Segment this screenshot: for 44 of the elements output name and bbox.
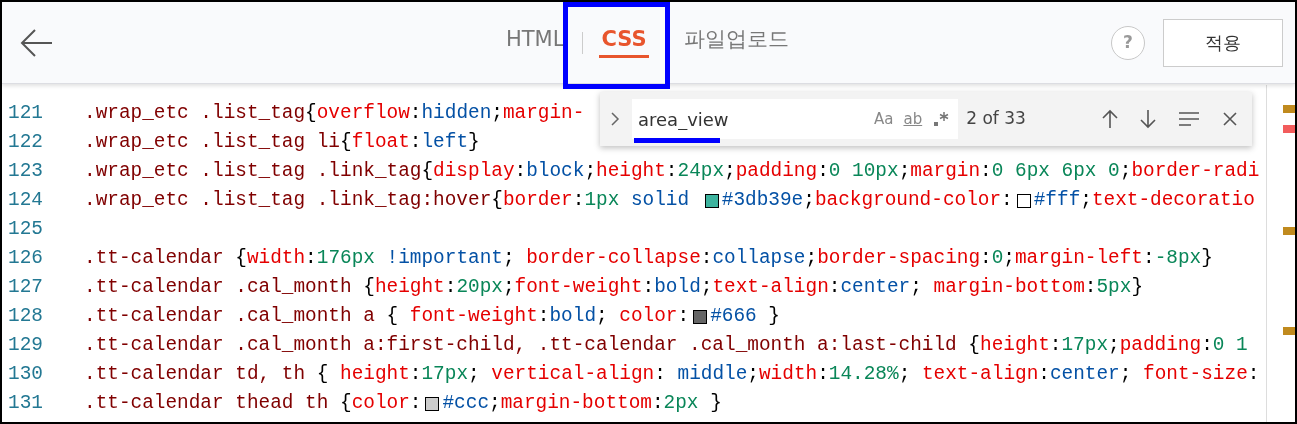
line-number: 121 bbox=[7, 101, 44, 126]
line-number: 125 bbox=[7, 217, 44, 242]
line-number: 126 bbox=[7, 246, 44, 271]
line-number: 123 bbox=[7, 159, 44, 184]
color-swatch[interactable] bbox=[693, 309, 708, 324]
tab[interactable]: 파일업로드 bbox=[681, 26, 791, 59]
tab[interactable]: HTML bbox=[504, 26, 567, 59]
line-number: 127 bbox=[7, 275, 44, 300]
code-text: .tt-calendar .cal_month a { font-weight:bold; color: bbox=[84, 304, 690, 329]
color-swatch[interactable] bbox=[425, 396, 440, 411]
color-swatch[interactable] bbox=[1016, 193, 1031, 208]
regex-icon[interactable] bbox=[932, 110, 951, 128]
help-button[interactable]: ? bbox=[1111, 25, 1145, 60]
match-case-toggle[interactable]: Aa bbox=[874, 107, 894, 131]
line-number: 124 bbox=[7, 188, 44, 213]
code-text: .wrap_etc .list_tag .link_tag:hover{border:1px solid bbox=[84, 188, 691, 213]
code-text: .wrap_etc .list_tag li{float:left} bbox=[84, 130, 480, 155]
code-text: #3db39e;background-color: bbox=[721, 188, 1013, 213]
code-text: #666 } bbox=[710, 304, 780, 329]
code-text: .wrap_etc .list_tag{overflow:hidden;margin- bbox=[84, 101, 585, 126]
line-number: 131 bbox=[7, 391, 44, 416]
code-text: .tt-calendar thead th {color: bbox=[84, 391, 422, 416]
color-swatch[interactable] bbox=[704, 193, 719, 208]
back-arrow-icon[interactable] bbox=[20, 27, 54, 58]
code-text: .tt-calendar .cal_month {height:20px;font-weight:bold;text-align:center; margin-bottom:5px} bbox=[84, 275, 1143, 300]
code-text: .tt-calendar {width:176px !important; border-collapse:collapse;border-spacing:0;margin-left:-8px} bbox=[84, 246, 1213, 271]
line-number: 129 bbox=[7, 333, 44, 358]
lines-icon[interactable] bbox=[1178, 111, 1200, 127]
tab[interactable]: CSS bbox=[599, 26, 649, 59]
line-number: 130 bbox=[7, 362, 44, 387]
code-text: .tt-calendar td, th { height:17px; vertical-align: middle;width:14.28%; text-align:center; font-size: bbox=[84, 362, 1260, 387]
code-text: #fff;text-decoratio bbox=[1033, 188, 1255, 213]
arrow-up-icon[interactable] bbox=[1102, 109, 1118, 129]
code-text: .wrap_etc .list_tag .link_tag{display:block;height:24px;padding:0 10px;margin:0 6px 6px 0;border-radi bbox=[84, 159, 1260, 184]
whole-word-toggle[interactable]: ab bbox=[903, 107, 923, 131]
arrow-down-icon[interactable] bbox=[1140, 109, 1156, 129]
chevron-right-icon[interactable] bbox=[610, 111, 620, 127]
close-icon[interactable] bbox=[1222, 111, 1238, 127]
code-text: .tt-calendar .cal_month a:first-child, .tt-calendar .cal_month a:last-child {height:17px;padding:0 1 bbox=[84, 333, 1248, 358]
line-number: 128 bbox=[7, 304, 44, 329]
match-count: 2 of 33 bbox=[966, 107, 1026, 131]
code-text: #ccc;margin-bottom:2px } bbox=[442, 391, 722, 416]
line-number: 122 bbox=[7, 130, 44, 155]
apply-button[interactable]: 적용 bbox=[1163, 18, 1283, 67]
